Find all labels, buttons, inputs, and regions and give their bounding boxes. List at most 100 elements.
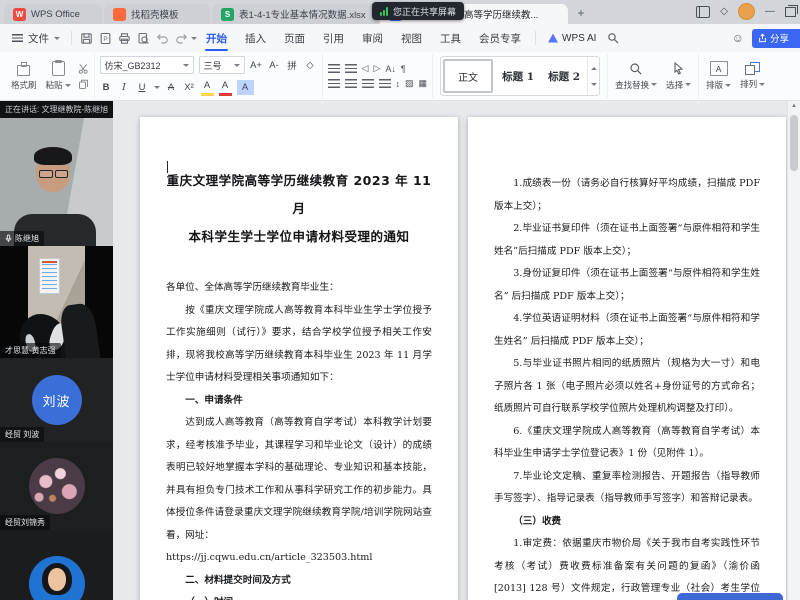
doc-paragraph: 各单位、全体高等学历继续教育毕业生： <box>166 277 432 300</box>
scrollbar-thumb[interactable] <box>790 115 798 171</box>
chevron-down-icon <box>54 37 60 43</box>
select-label: 选择 <box>666 79 683 91</box>
align-left-icon[interactable] <box>328 79 340 88</box>
borders-button[interactable]: ▦ <box>419 78 428 89</box>
chevron-down-icon[interactable] <box>154 86 160 92</box>
room-furniture <box>59 302 101 358</box>
restore-button[interactable] <box>785 7 796 17</box>
select-row: 选择 <box>666 79 691 91</box>
paste-label-row: 粘贴 <box>46 79 71 91</box>
char-shading-button[interactable]: A <box>237 80 254 95</box>
shrink-font-button[interactable]: A- <box>268 58 281 73</box>
strikethrough-button[interactable]: A <box>165 80 178 95</box>
menu-home[interactable]: 开始 <box>197 24 236 52</box>
font-size-select[interactable]: 三号 <box>199 56 245 74</box>
menu-view[interactable]: 视图 <box>392 24 431 52</box>
font-name-select[interactable]: 仿宋_GB2312 <box>100 56 194 74</box>
style-heading1[interactable]: 标题 1 <box>495 57 541 95</box>
underline-button[interactable]: U <box>136 80 149 95</box>
doc-heading: （一）时间 <box>166 592 432 600</box>
superscript-button[interactable]: X² <box>183 80 196 95</box>
grow-font-button[interactable]: A+ <box>250 58 263 73</box>
doc-link-text: https://jj.cqwu.edu.cn/article_323503.ht… <box>166 547 432 570</box>
layout-mode-icon[interactable] <box>696 6 710 18</box>
styles-down-icon[interactable] <box>591 83 597 89</box>
format-painter-button[interactable]: 格式刷 <box>9 61 39 91</box>
italic-button[interactable]: I <box>118 80 131 95</box>
font-color-button[interactable]: A <box>219 78 232 96</box>
feedback-smiley-icon[interactable]: ☺ <box>732 31 744 45</box>
theme-icon[interactable]: ◇ <box>720 7 728 17</box>
redo-button[interactable] <box>172 29 191 47</box>
style-normal[interactable]: 正文 <box>443 59 493 93</box>
account-avatar[interactable] <box>738 3 755 20</box>
document-canvas[interactable]: 重庆文理学院高等学历继续教育 2023 年 11 月 本科学生学士学位申请材料受… <box>113 101 787 600</box>
menu-member[interactable]: 会员专享 <box>470 24 530 52</box>
align-center-icon[interactable] <box>345 79 357 88</box>
style-heading2[interactable]: 标题 2 <box>541 57 587 95</box>
find-replace-button[interactable]: 查找替换 <box>613 62 659 91</box>
print-button[interactable] <box>115 29 134 47</box>
chevron-down-icon <box>234 64 240 70</box>
save-button[interactable] <box>77 29 96 47</box>
highlight-color-button[interactable]: A <box>201 78 214 96</box>
vertical-scrollbar[interactable]: ▲ <box>787 101 800 600</box>
bullet-list-icon[interactable] <box>328 64 340 73</box>
typeset-label: 排版 <box>706 79 723 91</box>
undo-button[interactable] <box>153 29 172 47</box>
outdent-button[interactable]: ◁ <box>362 63 369 74</box>
arrange-button[interactable]: 排列 <box>738 62 767 90</box>
video-tile-participant1[interactable]: 陈继旭 <box>0 118 113 246</box>
participant5-face <box>48 568 66 591</box>
meeting-share-bar[interactable] <box>677 593 783 600</box>
align-justify-icon[interactable] <box>379 79 391 88</box>
scroll-up-arrow-icon[interactable]: ▲ <box>788 103 800 109</box>
align-right-icon[interactable] <box>362 79 374 88</box>
typeset-button[interactable]: A 排版 <box>704 61 733 91</box>
styles-up-icon[interactable] <box>591 64 597 70</box>
avatar-tile-participant3[interactable]: 刘波 经贸 刘波 <box>0 358 113 442</box>
shading-fill-button[interactable]: ▨ <box>405 78 414 89</box>
share-button[interactable]: 分享 <box>752 29 800 48</box>
menu-review[interactable]: 审阅 <box>353 24 392 52</box>
indent-button[interactable]: ▷ <box>373 63 380 74</box>
chevron-down-icon <box>183 64 189 70</box>
pinyin-guide-button[interactable]: 拼 <box>286 58 299 73</box>
file-menu[interactable]: 文件 <box>6 31 66 46</box>
wps-ai-button[interactable]: WPS AI <box>541 33 603 44</box>
copy-button[interactable] <box>78 79 89 90</box>
cut-button[interactable] <box>78 63 89 74</box>
styles-group: 正文 标题 1 标题 2 <box>433 54 608 98</box>
print-preview-button[interactable] <box>134 29 153 47</box>
search-button[interactable] <box>603 29 622 47</box>
menu-tools[interactable]: 工具 <box>431 24 470 52</box>
export-pdf-button[interactable]: P <box>96 29 115 47</box>
menu-reference[interactable]: 引用 <box>314 24 353 52</box>
avatar-tile-participant4[interactable]: 经贸刘锦秀 <box>0 442 113 530</box>
new-tab-button[interactable]: + <box>573 5 589 21</box>
doc-heading: 一、申请条件 <box>166 390 432 413</box>
wps-logo-icon: W <box>13 8 26 21</box>
show-marks-button[interactable]: ¶ <box>401 64 406 74</box>
document-page-1[interactable]: 重庆文理学院高等学历继续教育 2023 年 11 月 本科学生学士学位申请材料受… <box>140 117 458 600</box>
select-button[interactable]: 选择 <box>664 62 693 91</box>
menu-page[interactable]: 页面 <box>275 24 314 52</box>
document-page-2[interactable]: 1.成绩表一份（请务必自行核算好平均成绩，扫描成 PDF 版本上交）； 2.毕业… <box>468 117 786 600</box>
clear-format-button[interactable]: ◇ <box>304 58 317 73</box>
bold-button[interactable]: B <box>100 80 113 95</box>
editing-group: 查找替换 选择 <box>608 54 699 98</box>
paste-button[interactable]: 粘贴 <box>44 61 73 91</box>
avatar-tile-participant5[interactable] <box>0 530 113 600</box>
line-spacing-button[interactable]: ↕ <box>396 79 401 89</box>
menu-insert[interactable]: 插入 <box>236 24 275 52</box>
save-icon <box>80 32 93 45</box>
sort-button[interactable]: A↓ <box>385 64 396 74</box>
doc-title-line2: 本科学生学士学位申请材料受理的通知 <box>166 223 432 251</box>
tab-docer-template[interactable]: 找稻壳模板 <box>104 4 210 24</box>
tab-spreadsheet[interactable]: S 表1-4-1专业基本情况数据.xlsx <box>212 4 378 24</box>
share-arrow-icon <box>758 33 767 43</box>
numbered-list-icon[interactable] <box>345 64 357 73</box>
video-tile-participant2[interactable]: 才思慧-黄志强 <box>0 246 113 358</box>
tab-wps-home[interactable]: W WPS Office <box>4 4 102 24</box>
minimize-button[interactable]: — <box>765 7 775 17</box>
